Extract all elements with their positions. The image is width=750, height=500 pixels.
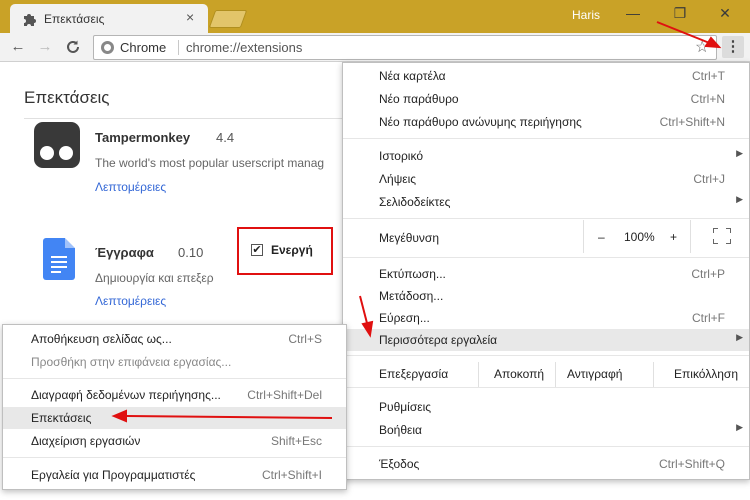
arrow-to-extensions-head [111, 409, 127, 423]
arrow-to-menu-button [656, 21, 713, 45]
arrow-to-more-tools-head [361, 320, 374, 338]
arrow-to-extensions [123, 415, 333, 419]
arrow-to-menu-button-head [704, 36, 722, 49]
annotation-overlay [111, 21, 722, 423]
